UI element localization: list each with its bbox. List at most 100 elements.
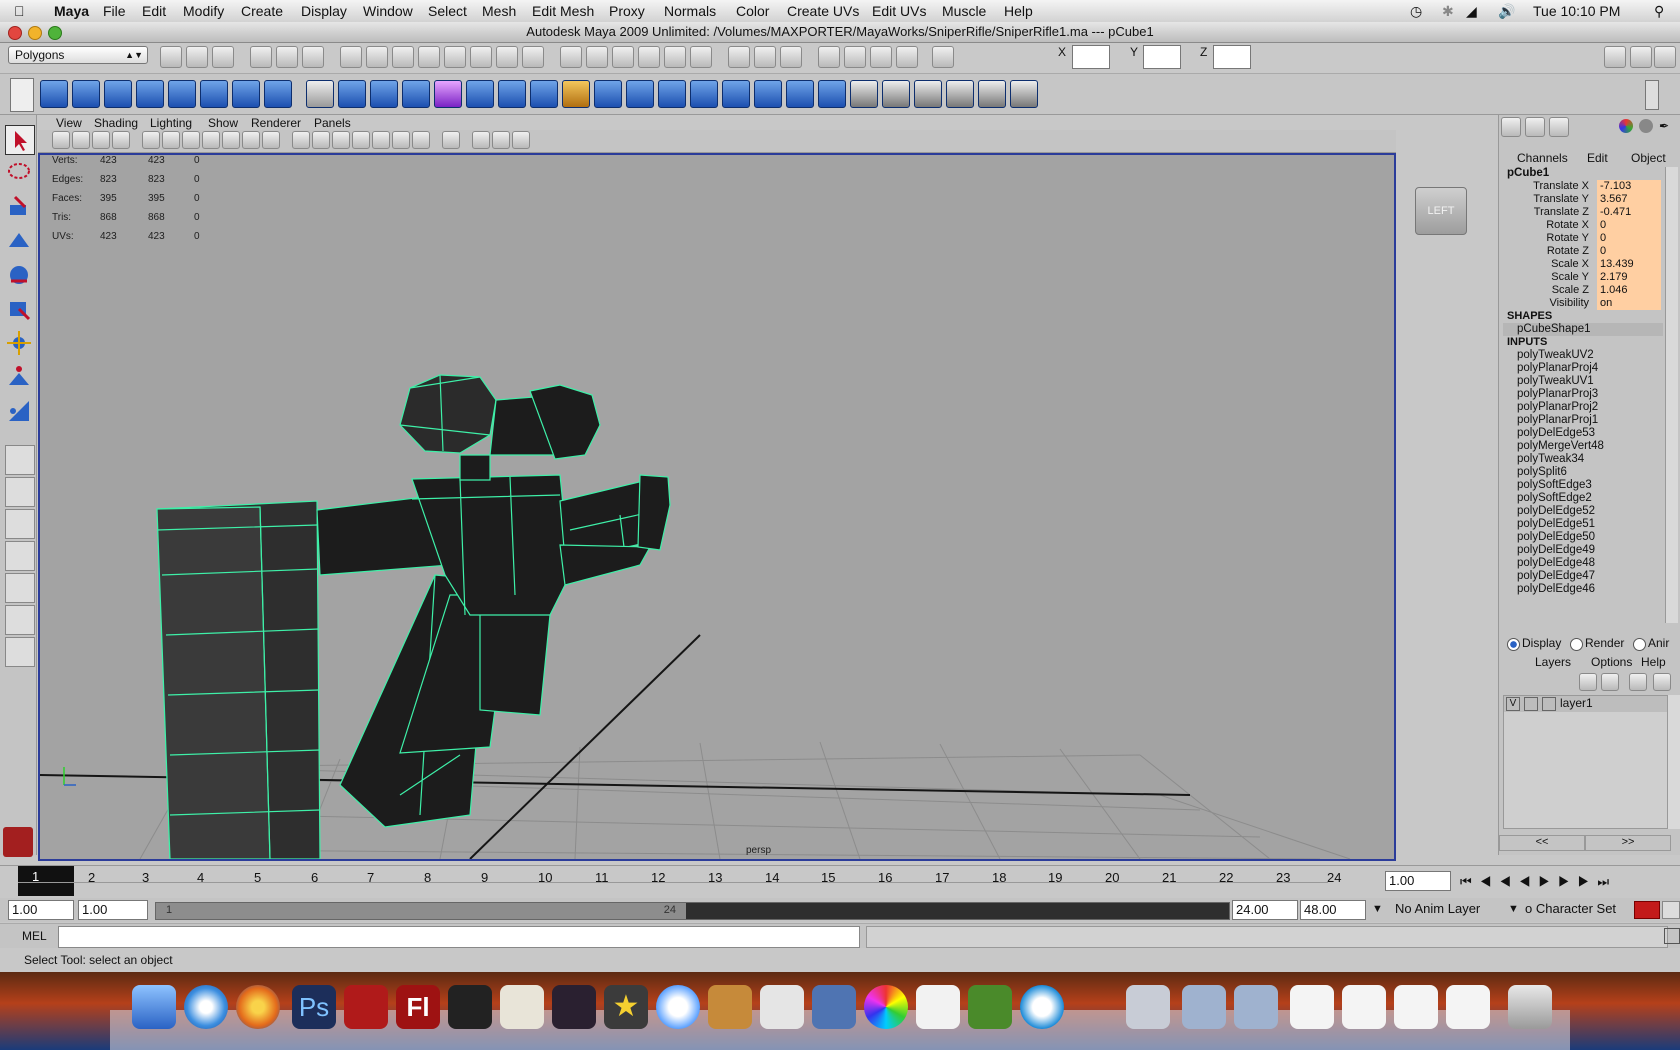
spotlight-icon[interactable]: ⚲ — [1654, 3, 1664, 20]
panel-menu-shading[interactable]: Shading — [94, 116, 138, 130]
wireframe-on-shaded-icon[interactable] — [332, 131, 350, 149]
smooth-shade-icon[interactable] — [312, 131, 330, 149]
doc2-icon[interactable] — [1342, 985, 1386, 1029]
mel-label[interactable]: MEL — [22, 929, 47, 943]
attr-translate-z[interactable]: Translate Z -0.471 — [1499, 206, 1661, 219]
flip-icon[interactable] — [818, 80, 846, 108]
image-plane-icon[interactable] — [112, 131, 130, 149]
shelf-scroll-icon[interactable] — [1645, 80, 1659, 110]
playback-start-field[interactable]: 1.00 — [78, 900, 148, 920]
insert-edge-loop-icon[interactable] — [626, 80, 654, 108]
layers-menu[interactable]: Layers — [1535, 655, 1571, 669]
script-editor-icon[interactable] — [1664, 928, 1680, 944]
menu-proxy[interactable]: Proxy — [609, 3, 645, 19]
magnet-icon-1[interactable] — [586, 46, 608, 68]
wifi-icon[interactable]: ◢ — [1466, 3, 1477, 20]
menu-help[interactable]: Help — [1004, 3, 1033, 19]
menu-normals[interactable]: Normals — [664, 3, 716, 19]
sphere-icon[interactable] — [1639, 119, 1653, 133]
scale-tool-icon[interactable] — [5, 295, 33, 323]
boolean-icon[interactable] — [370, 80, 398, 108]
options-menu[interactable]: Options — [1591, 655, 1632, 669]
warcraft-icon[interactable] — [552, 985, 596, 1029]
brush-icon[interactable]: ✒ — [1659, 119, 1673, 133]
render-settings-icon[interactable] — [896, 46, 918, 68]
checker-icon-4[interactable] — [946, 80, 974, 108]
show-manipulator-icon[interactable] — [5, 397, 33, 425]
attr-value[interactable]: on — [1597, 297, 1661, 310]
lasso-tool-icon[interactable] — [5, 159, 33, 187]
layer-row[interactable]: V layer1 — [1504, 696, 1668, 712]
finder-icon[interactable] — [132, 985, 176, 1029]
stickies-icon[interactable] — [916, 985, 960, 1029]
poly-cone-icon[interactable] — [136, 80, 164, 108]
attr-value[interactable]: 2.179 — [1597, 271, 1661, 284]
new-scene-icon[interactable] — [160, 46, 182, 68]
resolution-gate-icon[interactable] — [182, 131, 200, 149]
quicktime-icon[interactable] — [1020, 985, 1064, 1029]
isolate-select-icon[interactable] — [442, 131, 460, 149]
camera-attributes-icon[interactable] — [72, 131, 90, 149]
anim-layer-select[interactable]: No Anim Layer — [1392, 900, 1502, 920]
attr-value[interactable]: 1.046 — [1597, 284, 1661, 297]
viewport-persp[interactable]: Verts: 423 423 0 Edges: 823 823 0 Faces: 395 395… — [38, 153, 1396, 861]
persp-graph-layout-icon[interactable] — [5, 541, 35, 571]
menu-set-select[interactable]: Polygons ▲▼ — [8, 46, 148, 64]
offset-edge-loop-icon[interactable] — [658, 80, 686, 108]
attr-scale-x[interactable]: Scale X 13.439 — [1499, 258, 1661, 271]
poly-plane-icon[interactable] — [168, 80, 196, 108]
render-region-icon[interactable] — [496, 46, 518, 68]
x-field[interactable] — [1072, 45, 1110, 69]
menu-edit-uvs[interactable]: Edit UVs — [872, 3, 926, 19]
bridge-icon[interactable] — [498, 80, 526, 108]
snap-curve-icon[interactable] — [366, 46, 388, 68]
slide-edge-icon[interactable] — [690, 80, 718, 108]
snap-point-icon[interactable] — [392, 46, 414, 68]
input-item[interactable]: polyTweakUV2 — [1517, 349, 1594, 361]
snap-view-icon[interactable] — [418, 46, 440, 68]
paint-select-tool-icon[interactable] — [5, 193, 33, 221]
film-gate-icon[interactable] — [162, 131, 180, 149]
time-slider[interactable]: 1 2 3 4 5 6 7 8 9 10 11 12 13 14 15 16 1… — [0, 865, 1680, 898]
layer-template-toggle[interactable] — [1524, 697, 1538, 711]
checker-icon-2[interactable] — [882, 80, 910, 108]
input-item[interactable]: polySplit6 — [1517, 466, 1567, 478]
smooth-icon[interactable] — [402, 80, 430, 108]
magnet-icon-3[interactable] — [638, 46, 660, 68]
animation-start-field[interactable]: 1.00 — [8, 900, 74, 920]
menu-muscle[interactable]: Muscle — [942, 3, 986, 19]
poly-cube-icon[interactable] — [72, 80, 100, 108]
flash-icon[interactable]: Fl — [396, 985, 440, 1029]
menu-create[interactable]: Create — [241, 3, 283, 19]
animation-end-field[interactable]: 48.00 — [1300, 900, 1366, 920]
menu-create-uvs[interactable]: Create UVs — [787, 3, 859, 19]
apple-icon[interactable]:  — [14, 3, 25, 19]
y-field[interactable] — [1143, 45, 1181, 69]
attr-value[interactable]: -7.103 — [1597, 180, 1661, 193]
layer-next-button[interactable]: >> — [1585, 835, 1671, 851]
tab-edit[interactable]: Edit — [1587, 151, 1608, 165]
output-ops-icon[interactable] — [754, 46, 776, 68]
combine-icon[interactable] — [306, 80, 334, 108]
four-pane-layout-icon[interactable] — [5, 477, 35, 507]
unity-icon[interactable] — [448, 985, 492, 1029]
safe-action-icon[interactable] — [242, 131, 260, 149]
attr-translate-y[interactable]: Translate Y 3.567 — [1499, 193, 1661, 206]
split-polygon-icon[interactable] — [594, 80, 622, 108]
menu-modify[interactable]: Modify — [183, 3, 224, 19]
render-view-icon[interactable] — [818, 46, 840, 68]
checker-icon-1[interactable] — [850, 80, 878, 108]
mel-command-input[interactable] — [58, 926, 860, 948]
display-radio[interactable] — [1507, 638, 1520, 651]
wireframe-icon[interactable] — [292, 131, 310, 149]
key-back-icon[interactable]: ◀ — [1499, 874, 1519, 889]
pen-icon[interactable] — [500, 985, 544, 1029]
select-tool-icon[interactable] — [5, 125, 35, 155]
textedit-icon[interactable] — [760, 985, 804, 1029]
magnet-icon-5[interactable] — [690, 46, 712, 68]
xray-icon[interactable] — [472, 131, 490, 149]
bookmark-icon[interactable] — [92, 131, 110, 149]
panel-menu-panels[interactable]: Panels — [314, 116, 351, 130]
menu-file[interactable]: File — [103, 3, 126, 19]
input-item[interactable]: polyMergeVert48 — [1517, 440, 1604, 452]
